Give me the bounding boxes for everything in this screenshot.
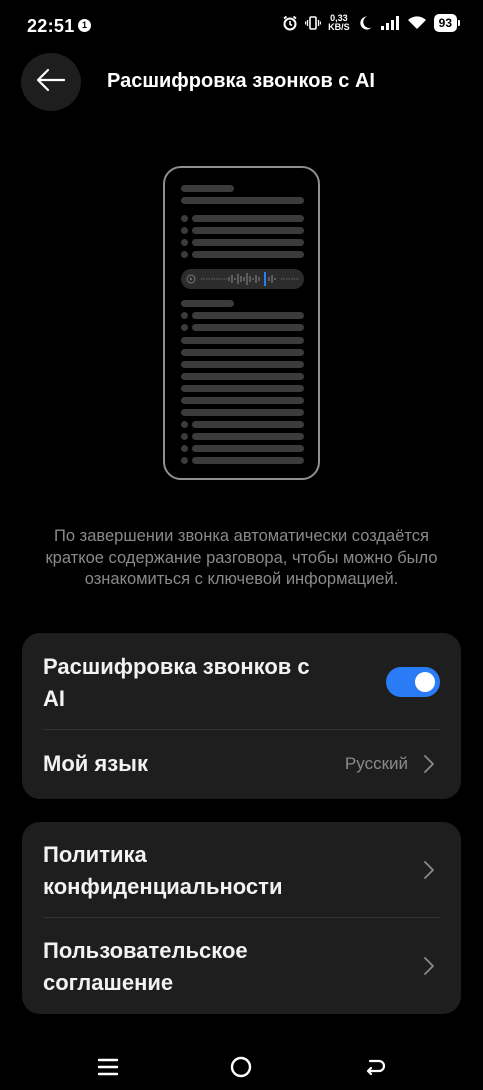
settings-card: Расшифровка звонков с AI Мой язык Русски… (22, 633, 461, 799)
toggle-knob (415, 672, 435, 692)
network-speed: 0,33 KB/S (328, 13, 350, 32)
status-bar: 22:51 1 0,33 KB/S 93 (0, 0, 483, 52)
user-agreement-label: Пользовательское соглашение (43, 938, 248, 995)
status-time: 22:51 (27, 16, 75, 36)
transcript-phone-illustration (163, 166, 320, 480)
privacy-policy-row[interactable]: Политика конфиденциальности (22, 822, 461, 917)
user-agreement-row[interactable]: Пользовательское соглашение (22, 918, 461, 1014)
chevron-right-icon (423, 860, 435, 880)
privacy-policy-label: Политика конфиденциальности (43, 842, 283, 899)
chevron-right-icon (423, 754, 435, 774)
back-button[interactable] (21, 53, 81, 111)
home-circle-icon[interactable] (228, 1054, 254, 1080)
transcription-toggle[interactable] (386, 667, 440, 697)
wifi-icon (407, 15, 427, 31)
battery-indicator: 93 (433, 14, 461, 32)
legal-card: Политика конфиденциальности Пользователь… (22, 822, 461, 1014)
notification-badge: 1 (78, 19, 91, 32)
transcription-label: Расшифровка звонков с AI (43, 654, 310, 711)
alarm-icon (282, 15, 298, 31)
my-language-label: Мой язык (43, 751, 148, 776)
vibrate-icon (305, 15, 322, 31)
transcription-toggle-row[interactable]: Расшифровка звонков с AI (22, 651, 461, 715)
my-language-value: Русский (344, 754, 408, 773)
do-not-disturb-moon-icon (357, 15, 373, 31)
system-navigation-bar (0, 1040, 483, 1090)
audio-waveform-illustration (181, 269, 304, 289)
page-title: Расшифровка звонков с AI (107, 70, 375, 92)
signal-icon (380, 15, 400, 31)
chevron-right-icon (423, 956, 435, 976)
arrow-left-icon (36, 68, 66, 97)
back-arrow-icon[interactable] (362, 1054, 388, 1080)
feature-description: По завершении звонка автоматически созда… (45, 527, 438, 588)
my-language-row[interactable]: Мой язык Русский (22, 730, 461, 799)
menu-icon[interactable] (95, 1054, 121, 1080)
